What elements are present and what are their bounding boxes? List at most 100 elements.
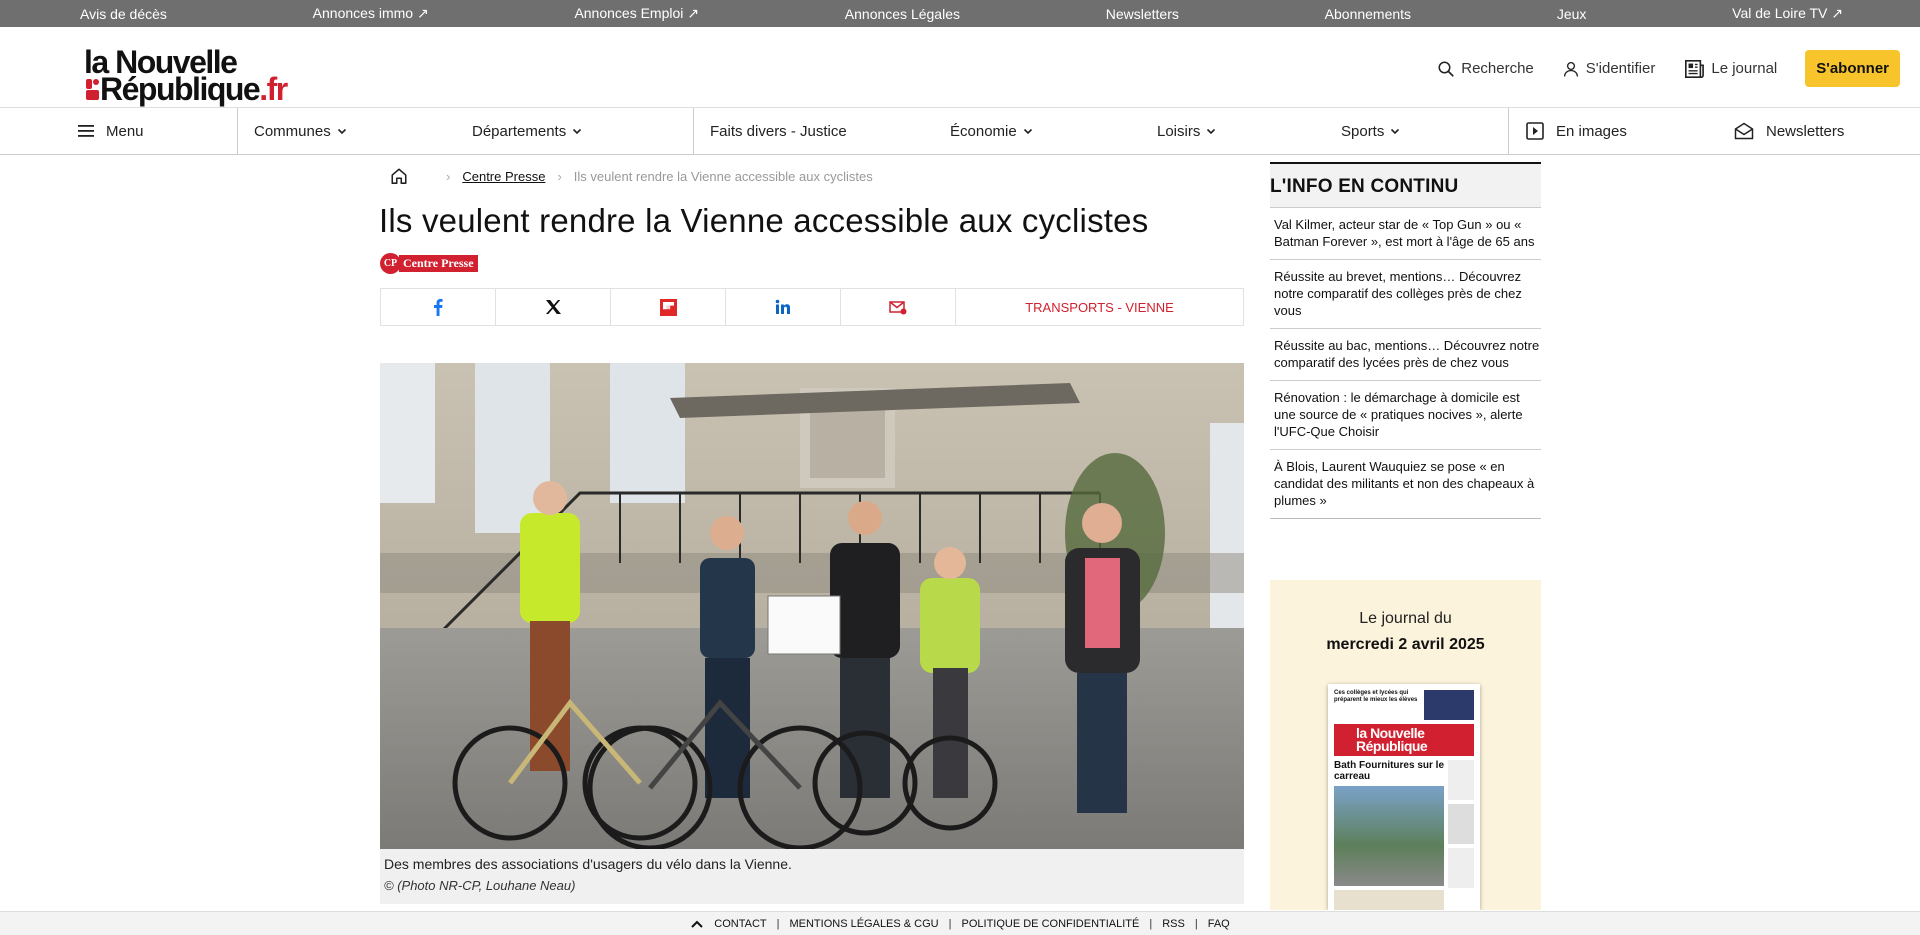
topbar-link-abonnements[interactable]: Abonnements (1325, 6, 1411, 22)
topbar-link-jeux[interactable]: Jeux (1557, 6, 1587, 22)
nav-en-images[interactable]: En images (1526, 108, 1627, 154)
chevron-right-icon: › (557, 168, 562, 184)
chevron-up-icon[interactable] (690, 919, 704, 929)
topbar-link-annonces-emploi[interactable]: Annonces Emploi ↗ (574, 5, 699, 22)
nav-en-images-label: En images (1556, 122, 1627, 140)
nav-loisirs-label: Loisirs (1157, 122, 1201, 140)
nav-newsletters[interactable]: Newsletters (1734, 108, 1844, 154)
share-email-button[interactable] (841, 289, 956, 325)
nav-menu[interactable]: Menu (78, 108, 144, 154)
nav-newsletters-label: Newsletters (1766, 122, 1845, 140)
live-news-item[interactable]: À Blois, Laurent Wauquiez se pose « en c… (1270, 449, 1541, 519)
site-logo[interactable]: la Nouvelle République.fr (84, 44, 304, 107)
topbar-link-annonces-immo[interactable]: Annonces immo ↗ (313, 5, 429, 22)
nav-economie[interactable]: Économie (950, 108, 1033, 154)
source-badge-name: Centre Presse (399, 255, 478, 272)
search-label: Recherche (1461, 60, 1534, 77)
logo-word: République (100, 71, 261, 107)
footer-link-confidentialite[interactable]: POLITIQUE DE CONFIDENTIALITÉ (962, 918, 1140, 930)
article-tags-link[interactable]: TRANSPORTS - VIENNE (956, 289, 1243, 325)
photo-credit: © (Photo NR-CP, Louhane Neau) (384, 878, 576, 893)
chevron-right-icon: › (446, 168, 451, 184)
live-news-item[interactable]: Rénovation : le démarchage à domicile es… (1270, 380, 1541, 449)
cover-headline: Bath Fournitures sur le carreau (1334, 760, 1445, 782)
live-news-item[interactable]: Réussite au brevet, mentions… Découvrez … (1270, 259, 1541, 328)
logo-tld: .fr (259, 71, 288, 107)
photo-caption-text: Des membres des associations d'usagers d… (384, 856, 792, 872)
search-button[interactable]: Recherche (1437, 60, 1534, 78)
nav-menu-label: Menu (106, 122, 144, 140)
login-label: S'identifier (1585, 60, 1656, 77)
article-photo-illustration (380, 363, 1244, 849)
home-icon[interactable] (390, 167, 408, 185)
subscribe-button[interactable]: S'abonner (1805, 50, 1900, 87)
footer-link-mentions-legales[interactable]: MENTIONS LÉGALES & CGU (789, 918, 938, 930)
footer-link-contact[interactable]: CONTACT (714, 918, 766, 930)
cover-teaser: Ces collèges et lycées qui préparent le … (1334, 690, 1418, 703)
breadcrumb-section-link[interactable]: Centre Presse (462, 169, 545, 184)
search-icon (1438, 61, 1454, 77)
envelope-icon (1734, 122, 1754, 140)
main-navigation: Menu Communes Départements Faits divers … (0, 108, 1920, 155)
live-news-heading: L'INFO EN CONTINU (1270, 162, 1541, 207)
journal-label: Le journal (1711, 60, 1778, 77)
site-header: la Nouvelle République.fr Recherche S'id… (0, 27, 1920, 108)
login-button[interactable]: S'identifier (1562, 59, 1656, 79)
cover-logo-line-2: République (1356, 738, 1428, 754)
chevron-down-icon (1207, 128, 1216, 135)
share-flipboard-button[interactable] (611, 289, 726, 325)
user-icon (1563, 61, 1578, 77)
nav-departements-label: Départements (472, 122, 567, 140)
topbar-link-avis-deces[interactable]: Avis de décès (80, 6, 167, 22)
hamburger-icon (78, 125, 94, 137)
journal-button[interactable]: Le journal (1683, 59, 1777, 79)
chevron-down-icon (1391, 128, 1400, 135)
chevron-down-icon (337, 128, 346, 135)
share-linkedin-button[interactable] (726, 289, 841, 325)
journal-label: Le journal du (1359, 610, 1452, 627)
article-photo (380, 363, 1244, 849)
x-twitter-icon (545, 300, 561, 314)
nav-sports[interactable]: Sports (1341, 108, 1400, 154)
chevron-down-icon (573, 128, 582, 135)
article-title: Ils veulent rendre la Vienne accessible … (379, 202, 1149, 239)
linkedin-icon (775, 299, 790, 314)
journal-cover-thumbnail[interactable]: Ces collèges et lycées qui préparent le … (1328, 684, 1480, 910)
newspaper-icon (1685, 59, 1705, 78)
share-x-button[interactable] (496, 289, 611, 325)
nav-economie-label: Économie (950, 122, 1017, 140)
logo-line-2: République.fr (84, 71, 288, 108)
photo-caption: Des membres des associations d'usagers d… (380, 849, 1244, 904)
live-news-item[interactable]: Val Kilmer, acteur star de « Top Gun » o… (1270, 207, 1541, 259)
topbar-link-newsletters[interactable]: Newsletters (1106, 6, 1179, 22)
header-actions: Recherche S'identifier Le journal S'abon… (1437, 50, 1900, 87)
nav-departements[interactable]: Départements (472, 108, 582, 154)
top-utility-bar: Avis de décès Annonces immo ↗ Annonces E… (0, 0, 1920, 27)
live-news-list: Val Kilmer, acteur star de « Top Gun » o… (1270, 207, 1541, 519)
journal-date: mercredi 2 avril 2025 (1326, 636, 1485, 653)
share-bar: TRANSPORTS - VIENNE (380, 288, 1244, 326)
nav-communes[interactable]: Communes (254, 108, 347, 154)
live-news-item[interactable]: Réussite au bac, mentions… Découvrez not… (1270, 328, 1541, 380)
todays-journal-promo[interactable]: Le journal du mercredi 2 avril 2025 Ces … (1270, 580, 1541, 910)
source-badge: CP Centre Presse (380, 253, 478, 274)
flipboard-icon (659, 298, 677, 316)
email-icon (889, 300, 907, 314)
footer-link-faq[interactable]: FAQ (1208, 918, 1230, 930)
nav-faits-divers[interactable]: Faits divers - Justice (710, 108, 847, 154)
chevron-down-icon (1023, 128, 1032, 135)
play-square-icon (1526, 122, 1544, 140)
facebook-icon (434, 299, 443, 316)
footer-link-rss[interactable]: RSS (1162, 918, 1185, 930)
nav-loisirs[interactable]: Loisirs (1157, 108, 1216, 154)
breadcrumb-current: Ils veulent rendre la Vienne accessible … (573, 168, 873, 184)
share-facebook-button[interactable] (381, 289, 496, 325)
topbar-link-annonces-legales[interactable]: Annonces Légales (845, 6, 960, 22)
nav-faits-divers-label: Faits divers - Justice (710, 122, 847, 140)
topbar-link-val-de-loire-tv[interactable]: Val de Loire TV ↗ (1732, 5, 1843, 22)
live-news-sidebar: L'INFO EN CONTINU Val Kilmer, acteur sta… (1270, 162, 1541, 519)
page-footer: CONTACT | MENTIONS LÉGALES & CGU | POLIT… (0, 911, 1920, 935)
source-badge-logo: CP (380, 253, 401, 274)
nav-communes-label: Communes (254, 122, 331, 140)
nav-sports-label: Sports (1341, 122, 1385, 140)
